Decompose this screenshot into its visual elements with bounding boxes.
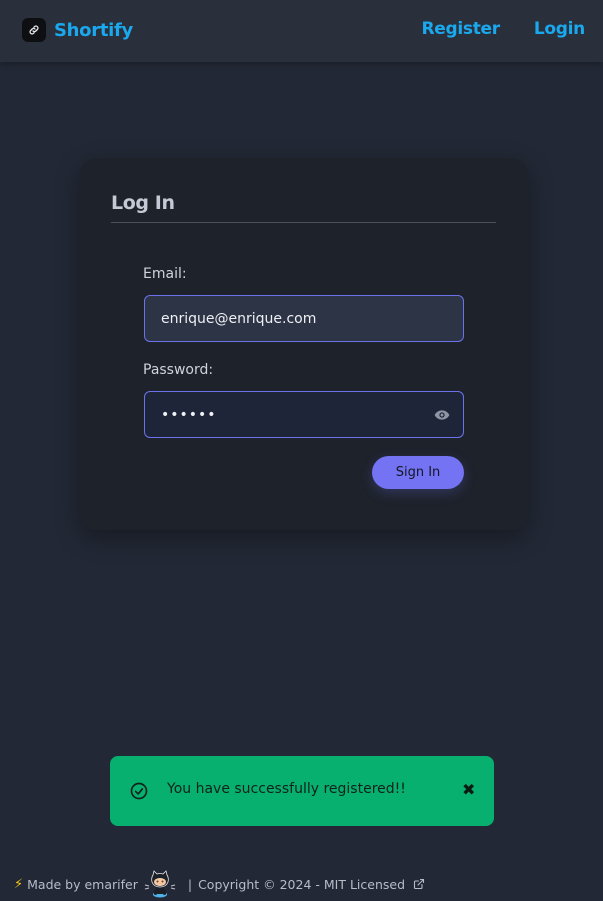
- sign-in-button[interactable]: Sign In: [372, 456, 464, 489]
- check-circle-icon: [130, 782, 148, 800]
- made-by-text: Made by emarifer: [27, 876, 138, 892]
- success-toast: You have successfully registered!! ✖: [110, 756, 494, 826]
- toast-message: You have successfully registered!!: [167, 781, 406, 797]
- login-link[interactable]: Login: [534, 19, 585, 39]
- eye-icon[interactable]: [432, 407, 452, 423]
- close-icon[interactable]: ✖: [462, 780, 475, 799]
- brand-name: Shortify: [54, 19, 133, 41]
- page-title: Log In: [111, 192, 175, 214]
- footer-separator: |: [187, 876, 193, 892]
- password-label: Password:: [143, 362, 214, 378]
- link-icon: [22, 18, 46, 42]
- bolt-icon: ⚡: [14, 876, 24, 892]
- top-navbar: Shortify Register Login: [0, 0, 603, 62]
- brand-link[interactable]: Shortify: [22, 18, 133, 42]
- copyright-text: Copyright © 2024 - MIT Licensed: [198, 876, 406, 892]
- title-divider: [111, 222, 496, 223]
- email-field[interactable]: [144, 295, 464, 342]
- github-octocat-icon[interactable]: [144, 870, 176, 898]
- external-link-icon[interactable]: [413, 878, 425, 890]
- password-field[interactable]: [144, 391, 464, 438]
- footer: ⚡ Made by emarifer | Copyright © 2024 - …: [14, 870, 425, 898]
- email-label: Email:: [143, 266, 187, 282]
- register-link[interactable]: Register: [422, 19, 501, 39]
- main-nav: Register Login: [422, 19, 586, 39]
- login-card: Log In Email: Password: Sign In: [80, 158, 528, 530]
